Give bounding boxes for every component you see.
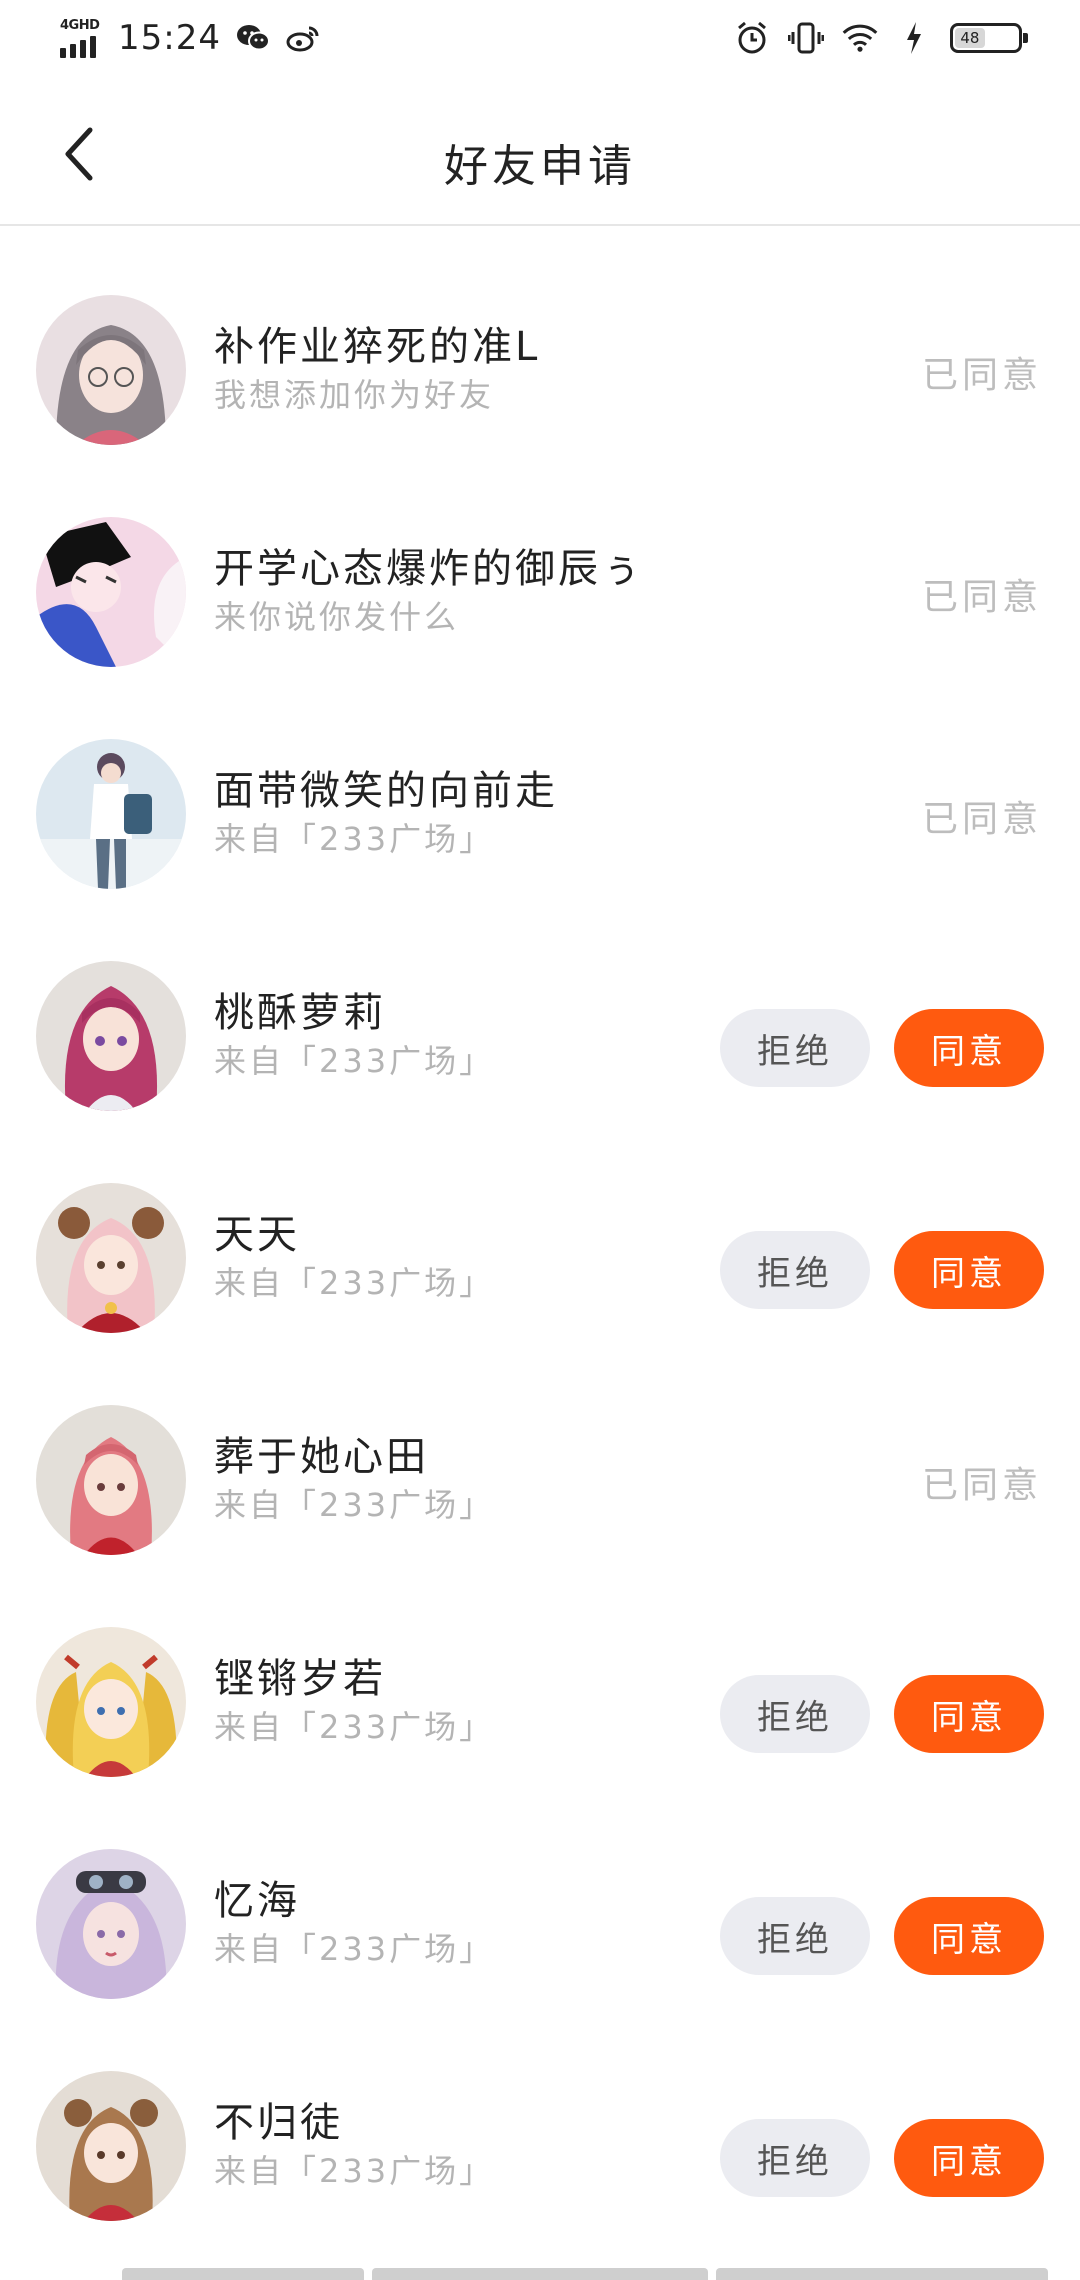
avatar[interactable] xyxy=(36,295,186,445)
avatar[interactable] xyxy=(36,1183,186,1333)
reject-button[interactable]: 拒绝 xyxy=(720,1231,870,1309)
avatar[interactable] xyxy=(36,739,186,889)
request-message: 来自「233广场」 xyxy=(214,1486,495,1524)
wechat-icon xyxy=(235,20,271,56)
friend-request-row: 葬于她心田 来自「233广场」 已同意 xyxy=(0,1336,1080,1558)
request-message: 来自「233广场」 xyxy=(214,1930,495,1968)
request-message: 我想添加你为好友 xyxy=(214,376,495,414)
friend-request-row: 面带微笑的向前走 来自「233广场」 已同意 xyxy=(0,670,1080,892)
accepted-status: 已同意 xyxy=(921,355,1042,396)
avatar[interactable] xyxy=(36,517,186,667)
friend-request-row: 桃酥萝莉 来自「233广场」 拒绝 同意 xyxy=(0,892,1080,1114)
friend-request-row: 铿锵岁若 来自「233广场」 拒绝 同意 xyxy=(0,1558,1080,1780)
reject-button[interactable]: 拒绝 xyxy=(720,2119,870,2197)
friend-request-list: 补作业猝死的准L 我想添加你为好友 已同意 开学心态爆炸的御辰ぅ 来你说你发什么… xyxy=(0,226,1080,2224)
requester-name: 桃酥萝莉 xyxy=(214,990,386,1036)
network-type: 4GHD xyxy=(60,18,100,33)
requester-name: 铿锵岁若 xyxy=(214,1656,386,1702)
agree-button[interactable]: 同意 xyxy=(894,1231,1044,1309)
alarm-icon xyxy=(734,20,770,56)
reject-button[interactable]: 拒绝 xyxy=(720,1009,870,1087)
status-bar-right: 48 xyxy=(734,20,1028,56)
reject-button[interactable]: 拒绝 xyxy=(720,1897,870,1975)
agree-button[interactable]: 同意 xyxy=(894,1897,1044,1975)
wifi-icon xyxy=(842,20,878,56)
weibo-icon xyxy=(285,20,321,56)
avatar[interactable] xyxy=(36,1849,186,1999)
accepted-status: 已同意 xyxy=(921,799,1042,840)
requester-name: 天天 xyxy=(214,1212,300,1258)
friend-request-row: 忆海 来自「233广场」 拒绝 同意 xyxy=(0,1780,1080,2002)
agree-button[interactable]: 同意 xyxy=(894,1009,1044,1087)
charging-icon xyxy=(896,20,932,56)
page-title: 好友申请 xyxy=(444,141,636,192)
accepted-status: 已同意 xyxy=(921,577,1042,618)
bottom-tab-indicator xyxy=(122,2268,1048,2280)
request-message: 来自「233广场」 xyxy=(214,1264,495,1302)
status-time: 15:24 xyxy=(118,18,221,58)
friend-request-row: 天天 来自「233广场」 拒绝 同意 xyxy=(0,1114,1080,1336)
header: 好友申请 xyxy=(0,82,1080,226)
status-bar: 4GHD 15:24 48 xyxy=(0,0,1080,82)
agree-button[interactable]: 同意 xyxy=(894,1675,1044,1753)
agree-button[interactable]: 同意 xyxy=(894,2119,1044,2197)
request-message: 来你说你发什么 xyxy=(214,598,460,636)
reject-button[interactable]: 拒绝 xyxy=(720,1675,870,1753)
cellular-signal-icon: 4GHD xyxy=(60,18,104,58)
requester-name: 面带微笑的向前走 xyxy=(214,768,558,814)
status-bar-left: 4GHD 15:24 xyxy=(60,18,321,58)
friend-request-row: 开学心态爆炸的御辰ぅ 来你说你发什么 已同意 xyxy=(0,448,1080,670)
request-message: 来自「233广场」 xyxy=(214,1708,495,1746)
requester-name: 忆海 xyxy=(214,1878,300,1924)
avatar[interactable] xyxy=(36,961,186,1111)
avatar[interactable] xyxy=(36,1405,186,1555)
request-message: 来自「233广场」 xyxy=(214,1042,495,1080)
vibrate-icon xyxy=(788,20,824,56)
avatar[interactable] xyxy=(36,2071,186,2221)
friend-request-row: 补作业猝死的准L 我想添加你为好友 已同意 xyxy=(0,226,1080,448)
friend-request-row: 不归徒 来自「233广场」 拒绝 同意 xyxy=(0,2002,1080,2224)
battery-icon: 48 xyxy=(950,23,1028,53)
request-message: 来自「233广场」 xyxy=(214,2152,495,2190)
requester-name: 不归徒 xyxy=(214,2100,343,2146)
requester-name: 开学心态爆炸的御辰ぅ xyxy=(214,546,644,592)
avatar[interactable] xyxy=(36,1627,186,1777)
requester-name: 补作业猝死的准L xyxy=(214,324,541,370)
request-message: 来自「233广场」 xyxy=(214,820,495,858)
requester-name: 葬于她心田 xyxy=(214,1434,429,1480)
accepted-status: 已同意 xyxy=(921,1465,1042,1506)
battery-level: 48 xyxy=(955,28,985,48)
